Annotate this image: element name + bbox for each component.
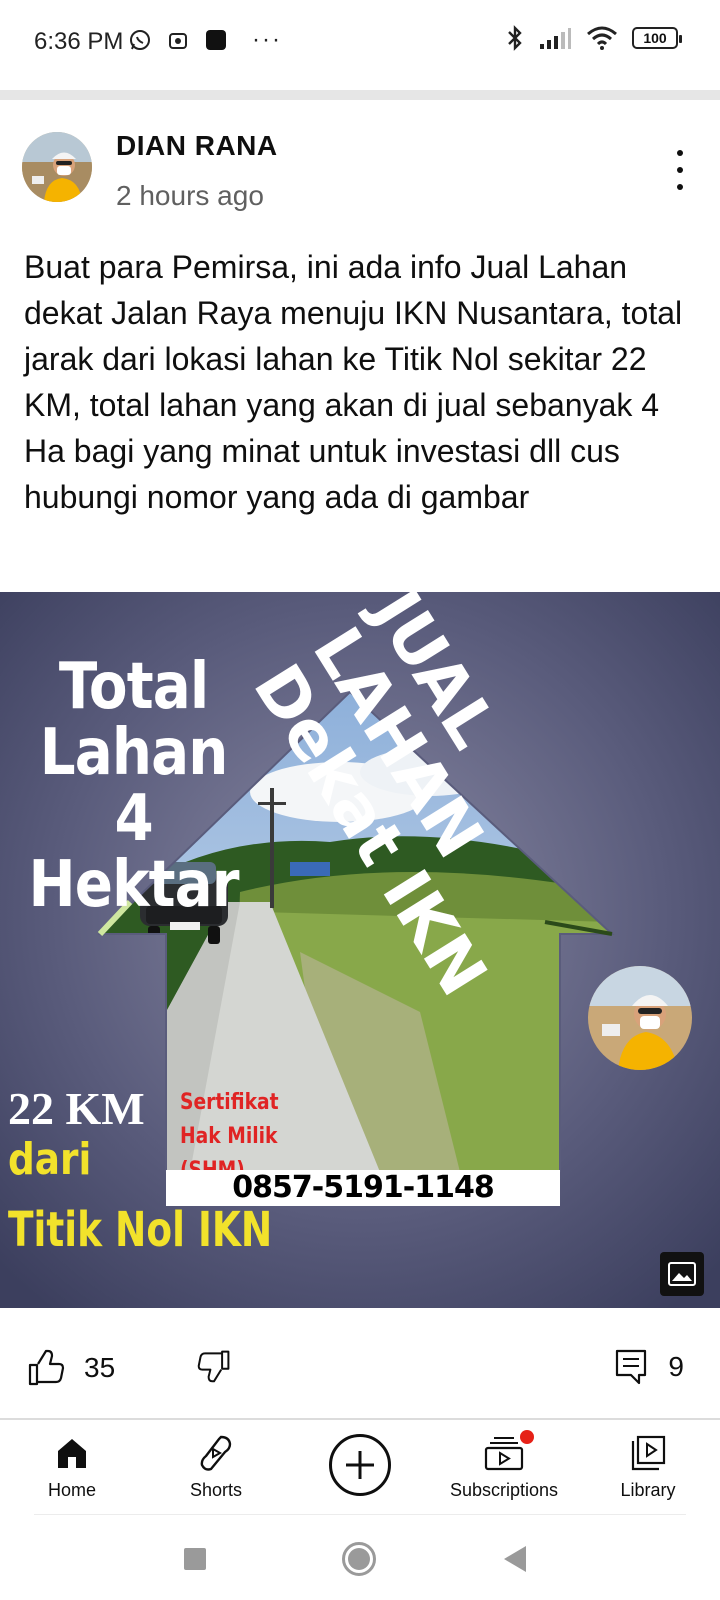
home-icon	[58, 1439, 86, 1468]
wifi-icon	[587, 26, 617, 50]
image-distance: 22 KM	[8, 1083, 145, 1134]
image-titik-nol: Titik Nol IKN	[8, 1202, 273, 1258]
image-total-line2: 4 Hektar	[28, 782, 239, 922]
author-name[interactable]: DIAN RANA	[116, 130, 278, 162]
status-time: 6:36 PM	[34, 28, 124, 55]
dislike-button[interactable]	[196, 1348, 232, 1389]
bluetooth-icon	[508, 25, 522, 51]
subscriptions-icon	[484, 1437, 524, 1471]
shorts-icon	[200, 1435, 232, 1471]
system-home-icon[interactable]	[342, 1542, 376, 1576]
nav-subscriptions-label: Subscriptions	[449, 1480, 559, 1500]
image-gallery-icon	[660, 1252, 704, 1296]
status-left-icons: ···	[128, 26, 282, 54]
comments-button[interactable]: 9	[614, 1348, 684, 1386]
subscriptions-notification-dot	[520, 1430, 534, 1444]
nav-subscriptions[interactable]: Subscriptions	[432, 1420, 576, 1516]
system-navigation	[0, 1520, 720, 1600]
battery-icon: 100	[632, 27, 682, 49]
nav-library[interactable]: Library	[576, 1420, 720, 1516]
create-plus-icon	[329, 1434, 391, 1496]
more-notifications: ···	[252, 26, 282, 53]
nav-home-label: Home	[47, 1480, 96, 1500]
signal-icon	[540, 28, 571, 49]
thumbs-up-icon	[28, 1349, 65, 1386]
app-icon	[206, 30, 226, 50]
like-button[interactable]: 35	[26, 1348, 115, 1388]
nav-shorts[interactable]: Shorts	[144, 1420, 288, 1516]
bottom-navigation: Home Shorts Subscriptions Library	[0, 1420, 720, 1516]
post-image[interactable]: Total Lahan 4 Hektar JUAL LAHAN Dekat IK…	[0, 592, 720, 1308]
post-text: Buat para Pemirsa, ini ada info Jual Lah…	[24, 249, 683, 515]
whatsapp-icon	[130, 30, 150, 50]
comment-icon	[616, 1349, 647, 1385]
image-total-line1: Total Lahan	[39, 650, 229, 790]
status-bar: 6:36 PM ··· 100	[0, 0, 720, 84]
comment-count: 9	[668, 1351, 684, 1382]
notification-icon	[169, 33, 187, 49]
post-timestamp: 2 hours ago	[116, 180, 264, 211]
library-icon	[631, 1435, 666, 1471]
more-options-icon[interactable]	[670, 150, 690, 190]
thumbs-down-icon	[197, 1350, 230, 1383]
image-portrait	[588, 966, 692, 1070]
back-icon[interactable]	[504, 1546, 526, 1572]
image-phone-number: 0857-5191-1148	[166, 1170, 560, 1206]
post-actions: 35 9	[0, 1340, 720, 1400]
author-avatar[interactable]	[22, 132, 92, 202]
recent-apps-icon[interactable]	[184, 1548, 206, 1570]
nav-create[interactable]	[288, 1420, 432, 1516]
image-dari: dari	[8, 1134, 92, 1185]
like-count: 35	[84, 1352, 116, 1383]
nav-shorts-label: Shorts	[189, 1480, 243, 1500]
status-right-icons: 100	[506, 24, 682, 52]
system-nav-divider	[34, 1514, 686, 1515]
nav-library-label: Library	[620, 1480, 676, 1500]
nav-home[interactable]: Home	[0, 1420, 144, 1516]
feed-divider	[0, 90, 720, 100]
image-total-land: Total Lahan 4 Hektar	[6, 654, 261, 918]
